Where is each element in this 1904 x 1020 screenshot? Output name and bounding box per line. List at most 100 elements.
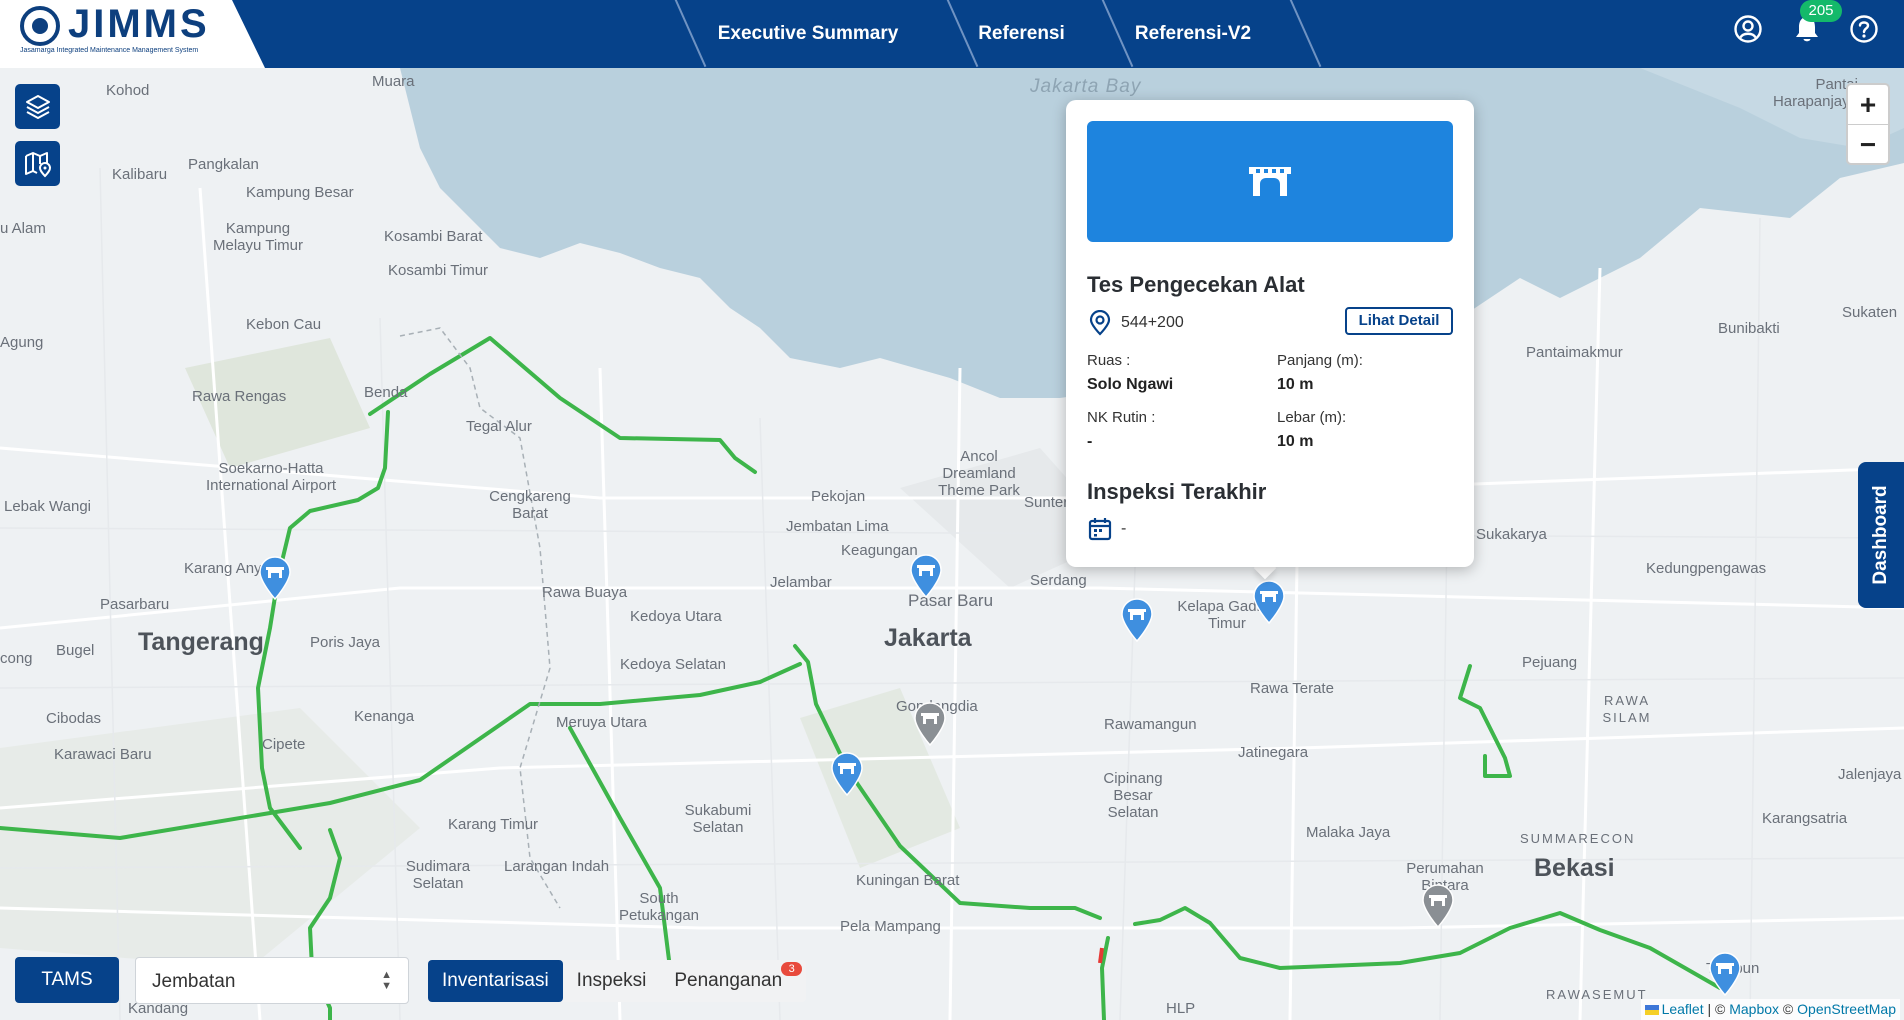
nk-rutin-label: NK Rutin :	[1087, 409, 1156, 426]
tab-inventarisasi[interactable]: Inventarisasi	[428, 960, 563, 1002]
penanganan-count-badge: 3	[781, 962, 803, 976]
place-label: Rawa Rengas	[192, 388, 287, 405]
place-label: South Petukangan	[618, 890, 700, 924]
tab-penanganan-label: Penanganan	[674, 970, 783, 991]
bridge-marker-icon[interactable]	[913, 702, 947, 746]
map-pin-icon	[24, 151, 51, 177]
place-label: Kalibaru	[112, 166, 168, 183]
place-label: Pekojan	[811, 488, 866, 505]
place-label: Serdang	[1030, 572, 1087, 589]
place-label: Meruya Utara	[556, 714, 647, 731]
user-account-icon[interactable]	[1733, 14, 1763, 44]
place-label: Cipinang Besar Selatan	[1103, 770, 1163, 821]
place-label: SUMMARECON	[1520, 831, 1636, 846]
popup-location: 544+200	[1087, 310, 1184, 336]
tab-inspeksi[interactable]: Inspeksi	[563, 960, 661, 1002]
bridge-marker-icon[interactable]	[1120, 598, 1154, 642]
place-label: Poris Jaya	[310, 634, 381, 651]
map-attribution: Leaflet | © Mapbox © OpenStreetMap	[1640, 999, 1900, 1020]
bridge-info-popup: Tes Pengecekan Alat 544+200 Lihat Detail…	[1066, 100, 1474, 567]
bridge-marker-icon[interactable]	[1252, 580, 1286, 624]
place-label: Sudimara Selatan	[405, 858, 471, 892]
nk-rutin-value: -	[1087, 433, 1093, 450]
place-label: Bunibakti	[1718, 320, 1780, 337]
place-label: Rawa Buaya	[542, 584, 628, 601]
logo[interactable]: JIMMS Jasamarga Integrated Maintenance M…	[0, 0, 265, 68]
place-label: Keagungan	[841, 542, 918, 559]
place-label: RAWASEMUT	[1546, 987, 1648, 1002]
dashboard-tab-label: Dashboard	[1870, 485, 1891, 585]
leaflet-link[interactable]: Leaflet	[1662, 1001, 1704, 1017]
place-label: Bugel	[56, 642, 95, 659]
nav-referensi[interactable]: Referensi	[944, 0, 1099, 68]
bridge-marker-icon[interactable]	[909, 554, 943, 598]
tams-button[interactable]: TAMS	[15, 957, 119, 1003]
attribution-separator: ©	[1779, 1001, 1798, 1017]
place-label: Pantai Harapanjaya	[1772, 76, 1858, 110]
mapbox-link[interactable]: Mapbox	[1729, 1001, 1779, 1017]
place-label: Jakarta Bay	[1030, 76, 1142, 97]
place-label: Agung	[0, 334, 44, 351]
place-label: Benda	[364, 384, 408, 401]
help-icon[interactable]	[1849, 14, 1879, 44]
place-label: Soekarno-Hatta International Airport	[205, 460, 337, 494]
place-label: Sukaten	[1842, 304, 1898, 321]
attribution-separator: | ©	[1703, 1001, 1730, 1017]
bridge-marker-icon[interactable]	[830, 752, 864, 796]
place-label: Karawaci Baru	[54, 746, 152, 763]
dashboard-tab[interactable]: Dashboard	[1858, 462, 1904, 608]
place-label: Muara	[372, 73, 415, 90]
ukraine-flag-icon	[1644, 1005, 1659, 1015]
place-label: Sukakarya	[1476, 526, 1547, 543]
map-canvas[interactable]: Jakarta Bay Kohod Muara Kalibaru Pangkal…	[0, 68, 1904, 1020]
place-label: Pela Mampang	[840, 918, 941, 935]
place-label: HLP	[1166, 1000, 1196, 1017]
mode-tabs: Inventarisasi Inspeksi Penanganan 3	[428, 960, 807, 1002]
place-label: Jelambar	[770, 574, 832, 591]
nav-divider	[1287, 0, 1321, 68]
location-km: 544+200	[1121, 314, 1184, 331]
tab-penanganan[interactable]: Penanganan 3	[660, 960, 806, 1002]
place-label: Karangsatria	[1762, 810, 1848, 827]
place-label: Cengkareng Barat	[489, 488, 571, 522]
layers-button[interactable]	[15, 84, 60, 129]
place-label: Kampung Melayu Timur	[212, 220, 304, 254]
nav-executive-summary[interactable]: Executive Summary	[672, 0, 944, 68]
zoom-in-button[interactable]: +	[1848, 85, 1888, 124]
popup-title: Tes Pengecekan Alat	[1087, 272, 1305, 297]
place-label: Rawa Terate	[1250, 680, 1334, 697]
place-label: Sukabumi Selatan	[684, 802, 752, 836]
place-label: Cipete	[262, 736, 306, 753]
lihat-detail-button[interactable]: Lihat Detail	[1345, 307, 1453, 335]
openstreetmap-link[interactable]: OpenStreetMap	[1797, 1001, 1896, 1017]
inspeksi-terakhir-value: -	[1121, 520, 1127, 537]
inspeksi-terakhir-heading: Inspeksi Terakhir	[1087, 479, 1267, 504]
zoom-out-button[interactable]: −	[1848, 124, 1888, 163]
popup-image	[1087, 121, 1453, 242]
bridge-marker-icon[interactable]	[1708, 952, 1742, 996]
place-label: Kohod	[106, 82, 150, 99]
bridge-marker-icon[interactable]	[1421, 884, 1455, 928]
nav-referensi-v2[interactable]: Referensi-V2	[1099, 0, 1287, 68]
map-view-button[interactable]	[15, 141, 60, 186]
place-label: Malaka Jaya	[1306, 824, 1391, 841]
place-label: Tegal Alur	[466, 418, 532, 435]
place-label: u Alam	[0, 220, 46, 237]
logo-emblem-icon	[20, 6, 60, 46]
calendar-icon	[1088, 518, 1112, 541]
location-pin-icon	[1089, 310, 1111, 336]
place-label: Jakarta	[884, 624, 972, 652]
panjang-label: Panjang (m):	[1277, 352, 1363, 369]
asset-type-select[interactable]: Jembatan ▲ ▼	[135, 957, 409, 1004]
place-label: Larangan Indah	[504, 858, 610, 875]
place-label: Ancol Dreamland Theme Park	[938, 448, 1020, 499]
inspeksi-terakhir-row: -	[1087, 516, 1126, 542]
lebar-value: 10 m	[1277, 433, 1314, 450]
ruas-value: Solo Ngawi	[1087, 376, 1174, 393]
place-label: Kuningan Barat	[856, 872, 960, 889]
bridge-marker-icon[interactable]	[258, 556, 292, 600]
notification-count-badge: 205	[1800, 0, 1842, 22]
place-label: Pangkalan	[188, 156, 259, 173]
place-label: Pantaimakmur	[1526, 344, 1623, 361]
main-nav: Executive Summary Referensi Referensi-V2	[672, 0, 1321, 68]
